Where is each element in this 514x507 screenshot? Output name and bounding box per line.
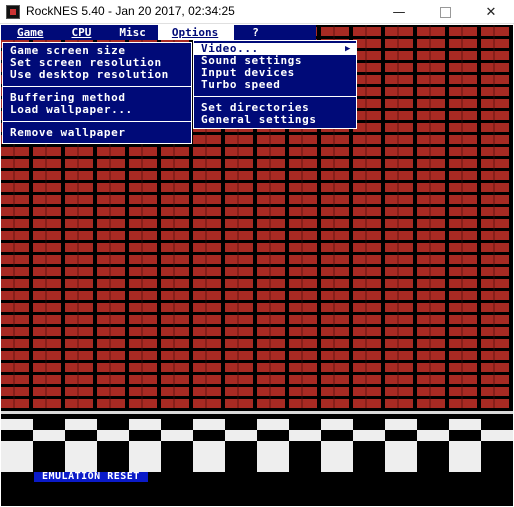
floor-tile [289, 430, 321, 441]
floor-line [1, 411, 513, 414]
floor-tile [289, 441, 321, 472]
misc-dropdown: Game screen size Set screen resolution U… [2, 42, 192, 144]
floor-tile [161, 441, 193, 472]
floor-tile [33, 419, 65, 430]
menu-options[interactable]: Options [157, 25, 235, 40]
menu-separator [194, 96, 356, 97]
floor-tile [1, 441, 33, 472]
floor-tile [65, 441, 97, 472]
floor-tile [353, 430, 385, 441]
floor-tile [129, 430, 161, 441]
floor-tile [161, 419, 193, 430]
floor-tile [385, 430, 417, 441]
floor-tile [257, 441, 289, 472]
floor-tile [417, 419, 449, 430]
menu-help-label: ? [252, 26, 259, 39]
floor-tile [1, 419, 33, 430]
emulator-screen[interactable]: EMULATION RESET Game CPU Misc Options ? … [1, 25, 513, 506]
title-bar[interactable]: RockNES 5.40 - Jan 20 2017, 02:34:25 — ✕ [0, 0, 514, 24]
menu-separator [3, 121, 191, 122]
floor-tile [385, 441, 417, 472]
floor-tile [193, 419, 225, 430]
maximize-button[interactable] [422, 0, 468, 24]
menu-misc[interactable]: Misc [103, 25, 158, 40]
menu-separator [3, 86, 191, 87]
menu-item-general-settings[interactable]: General settings [194, 114, 356, 126]
floor-tile [65, 419, 97, 430]
floor-tile [481, 430, 513, 441]
window-title: RockNES 5.40 - Jan 20 2017, 02:34:25 [26, 4, 235, 18]
floor-tile [225, 441, 257, 472]
floor-tile [321, 441, 353, 472]
floor-tile [257, 419, 289, 430]
menu-item-video[interactable]: Video... ▶ [194, 43, 356, 55]
menu-item-remove-wallpaper[interactable]: Remove wallpaper [3, 127, 191, 139]
app-icon[interactable] [6, 5, 20, 19]
menu-game-label: Game [17, 26, 44, 39]
floor-tile [449, 441, 481, 472]
menu-bar: Game CPU Misc Options ? [1, 25, 316, 40]
floor-tile [481, 441, 513, 472]
floor-tile [321, 419, 353, 430]
floor-tile [33, 441, 65, 472]
menu-item-use-desktop-resolution[interactable]: Use desktop resolution [3, 69, 191, 81]
menu-item-video-label: Video... [201, 42, 259, 55]
menu-item-load-wallpaper[interactable]: Load wallpaper... [3, 104, 191, 116]
floor-tile [129, 441, 161, 472]
floor-tile [97, 430, 129, 441]
minimize-icon: — [392, 4, 406, 20]
floor-tile [417, 430, 449, 441]
close-icon: ✕ [485, 4, 497, 20]
floor-tile [97, 441, 129, 472]
menu-game[interactable]: Game [1, 25, 56, 40]
floor-tile [193, 441, 225, 472]
floor-tile [449, 430, 481, 441]
floor-tile [417, 441, 449, 472]
floor-tile [257, 430, 289, 441]
floor-tile [161, 430, 193, 441]
floor-tile [225, 419, 257, 430]
floor-tile [225, 430, 257, 441]
floor-tile [193, 430, 225, 441]
options-dropdown: Video... ▶ Sound settings Input devices … [193, 40, 357, 129]
menu-cpu-label: CPU [71, 26, 92, 39]
floor-tile [129, 419, 161, 430]
minimize-button[interactable]: — [376, 0, 422, 24]
floor-tile [353, 441, 385, 472]
menu-help[interactable]: ? [234, 25, 273, 40]
floor-tile [33, 430, 65, 441]
floor-tile [481, 419, 513, 430]
menu-misc-label: Misc [119, 26, 146, 39]
menu-item-turbo-speed[interactable]: Turbo speed [194, 79, 356, 91]
menu-options-label: Options [171, 26, 219, 39]
menu-cpu[interactable]: CPU [56, 25, 104, 40]
floor-tile [289, 419, 321, 430]
maximize-icon [439, 6, 451, 18]
floor-tile [1, 430, 33, 441]
status-message: EMULATION RESET [34, 472, 148, 482]
submenu-arrow-icon: ▶ [344, 44, 351, 54]
floor-tile [321, 430, 353, 441]
floor-tile [353, 419, 385, 430]
floor-tile [97, 419, 129, 430]
floor-tile [449, 419, 481, 430]
floor-tile [65, 430, 97, 441]
close-button[interactable]: ✕ [468, 0, 514, 24]
floor-tile [385, 419, 417, 430]
